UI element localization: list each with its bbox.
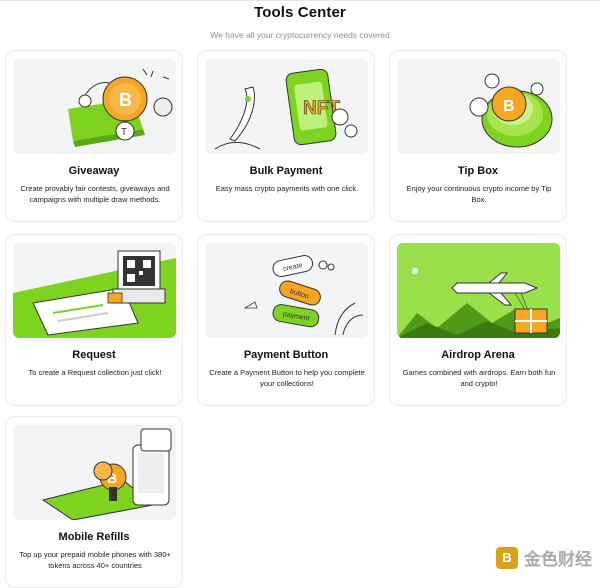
card-title: Payment Button <box>243 349 329 361</box>
payment-button-illustration: create button payment <box>205 243 368 338</box>
card-description: Create a Payment Button to help you comp… <box>209 368 365 388</box>
page-header: Tools Center We have all your cryptocurr… <box>0 2 600 40</box>
svg-text:B: B <box>503 98 515 115</box>
tool-card-payment-button[interactable]: create button payment Payment Button Cre… <box>197 234 375 406</box>
svg-text:B: B <box>119 90 132 110</box>
request-illustration <box>13 243 176 338</box>
watermark: B 金色财经 <box>496 545 592 570</box>
card-description: Enjoy your continuous crypto income by T… <box>406 184 552 204</box>
bulk-payment-illustration: NFT <box>205 59 368 154</box>
page-title: Tools Center <box>254 4 346 21</box>
card-description: Easy mass crypto payments with one click… <box>215 184 359 193</box>
card-title: Bulk Payment <box>249 165 323 177</box>
tool-card-bulk-payment[interactable]: NFT Bulk Payment Easy mass crypto paymen… <box>197 50 375 222</box>
tip-box-illustration: B <box>397 59 560 154</box>
tool-card-mobile-refills[interactable]: B Mobile Refills Top up your prepaid mob… <box>5 416 183 588</box>
card-description: Create provably fair contests, giveaways… <box>20 184 170 204</box>
tool-card-request[interactable]: Request To create a Request collection j… <box>5 234 183 406</box>
tool-card-airdrop-arena[interactable]: Airdrop Arena Games combined with airdro… <box>389 234 567 406</box>
tool-card-giveaway[interactable]: B T Giveaway Create provably fair contes… <box>5 50 183 222</box>
watermark-logo-icon: B <box>496 546 518 569</box>
svg-text:T: T <box>121 127 127 138</box>
top-divider <box>0 0 600 1</box>
giveaway-illustration: B T <box>13 59 176 154</box>
card-title: Airdrop Arena <box>441 349 515 361</box>
page-subtitle: We have all your cryptocurrency needs co… <box>210 30 390 40</box>
card-title: Mobile Refills <box>58 531 130 543</box>
card-description: Top up your prepaid mobile phones with 3… <box>19 550 171 570</box>
watermark-text: 金色财经 <box>524 550 592 569</box>
card-title: Tip Box <box>457 165 499 177</box>
airdrop-arena-illustration <box>397 243 560 338</box>
card-description: Games combined with airdrops. Earn both … <box>402 368 556 388</box>
mobile-refills-illustration: B <box>13 425 176 520</box>
card-title: Giveaway <box>68 165 120 177</box>
tool-card-tip-box[interactable]: B Tip Box Enjoy your continuous crypto i… <box>389 50 567 222</box>
card-title: Request <box>72 349 116 361</box>
card-description: To create a Request collection just clic… <box>28 368 162 377</box>
